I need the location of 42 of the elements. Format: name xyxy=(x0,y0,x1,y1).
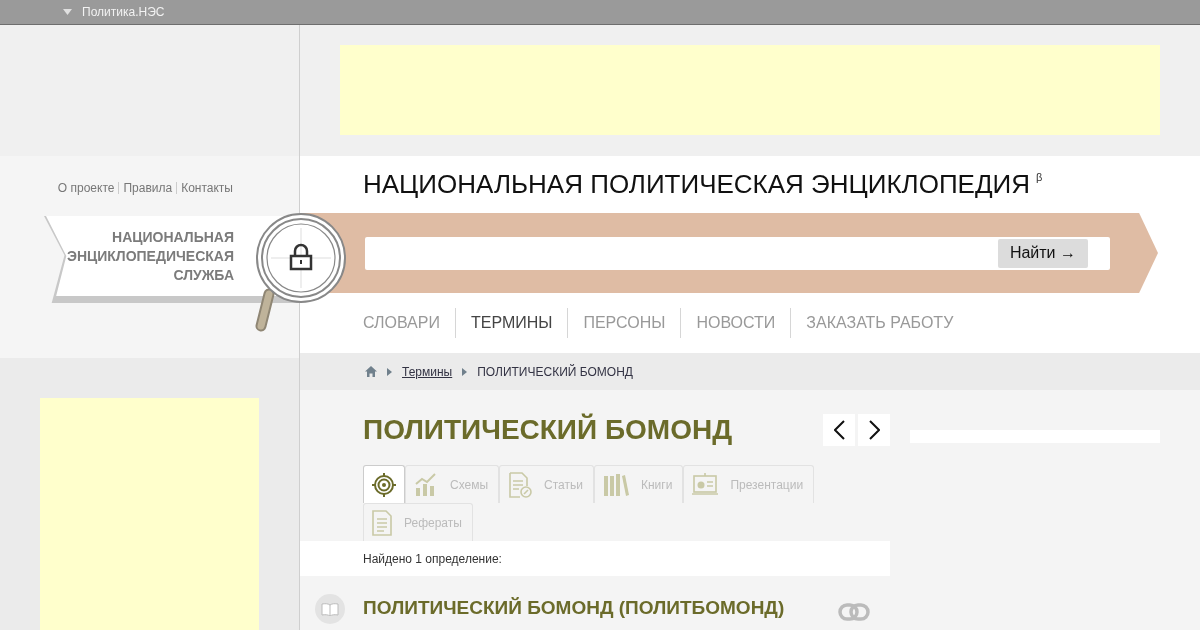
footer-link[interactable]: Контакты xyxy=(181,179,233,197)
chevron-right-icon xyxy=(868,420,880,440)
service-name: ЭНЦИКЛОПЕДИЧЕСКАЯ xyxy=(66,246,234,266)
bar-chart-icon xyxy=(414,472,438,497)
section-tab[interactable]: Рефераты xyxy=(363,503,473,541)
results-count: Найдено 1 определение: xyxy=(363,550,502,568)
breadcrumb-arrow-icon xyxy=(462,367,468,376)
service-name: СЛУЖБА xyxy=(173,265,234,285)
footer-link[interactable]: Правила xyxy=(123,179,173,197)
search-button[interactable]: Найти → xyxy=(997,238,1088,268)
section-tab[interactable]: Схемы xyxy=(405,465,500,503)
section-tab[interactable] xyxy=(363,465,405,503)
target-icon xyxy=(372,472,396,497)
section-tab[interactable]: Презентации xyxy=(683,465,815,503)
nav-tab[interactable]: ЗАКАЗАТЬ РАБОТУ xyxy=(806,311,954,335)
section-tab[interactable]: Книги xyxy=(594,465,684,503)
caret-icon xyxy=(63,9,72,15)
search-field[interactable]: Найти → xyxy=(365,236,1110,270)
site-title: НАЦИОНАЛЬНАЯ ПОЛИТИЧЕСКАЯ ЭНЦИКЛОПЕДИЯ xyxy=(363,169,1030,199)
beta-mark: β xyxy=(1036,171,1043,183)
footer-link[interactable]: О проекте xyxy=(57,179,115,197)
document-pen-icon xyxy=(508,471,533,498)
menu-toggle[interactable]: Политика.НЭС xyxy=(63,3,165,21)
service-name: НАЦИОНАЛЬНАЯ xyxy=(112,227,234,247)
next-button[interactable] xyxy=(858,414,890,446)
section-tab[interactable]: Статьи xyxy=(499,465,594,503)
chevron-left-icon xyxy=(833,420,845,440)
page-title: ПОЛИТИЧЕСКИЙ БОМОНД xyxy=(363,412,733,447)
presentation-board-icon xyxy=(692,472,719,497)
breadcrumb-link[interactable]: Термины xyxy=(402,362,453,381)
breadcrumb-arrow-icon xyxy=(387,367,392,376)
books-icon xyxy=(603,472,629,497)
nav-tab[interactable]: НОВОСТИ xyxy=(696,311,776,335)
document-icon xyxy=(372,509,392,536)
home-icon[interactable] xyxy=(365,366,377,377)
previous-button[interactable] xyxy=(823,414,855,446)
book-icon xyxy=(315,594,345,624)
breadcrumb-current: ПОЛИТИЧЕСКИЙ БОМОНД xyxy=(477,363,633,381)
nav-tab[interactable]: ТЕРМИНЫ xyxy=(470,311,553,335)
entry-title[interactable]: ПОЛИТИЧЕСКИЙ БОМОНД (ПОЛИТБОМОНД) xyxy=(363,594,785,623)
nav-tab[interactable]: СЛОВАРИ xyxy=(363,311,440,335)
nav-tab[interactable]: ПЕРСОНЫ xyxy=(583,311,666,335)
